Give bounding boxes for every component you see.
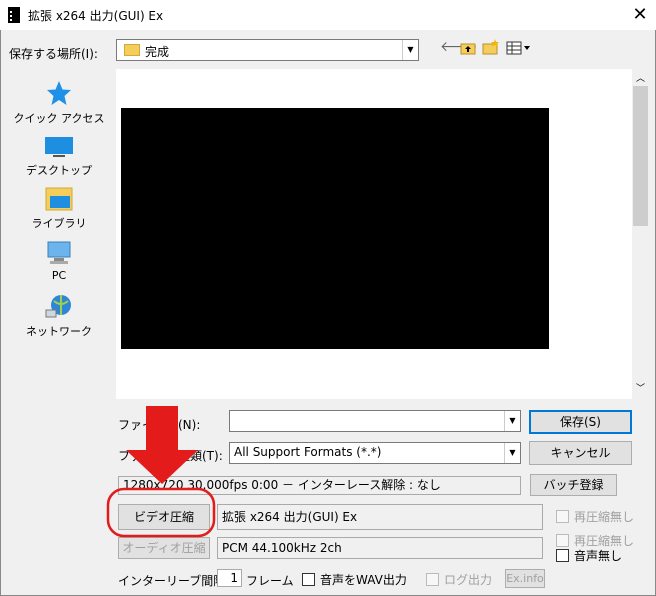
new-folder-icon[interactable] bbox=[482, 39, 500, 55]
red-highlight-ellipse bbox=[106, 487, 216, 538]
folder-icon bbox=[124, 44, 140, 56]
audio-none-checkbox[interactable]: 音声無し bbox=[556, 547, 622, 564]
film-icon bbox=[8, 7, 20, 23]
save-location-value: 完成 bbox=[145, 45, 170, 59]
title-bar: 拡張 x264 出力(GUI) Ex ✕ bbox=[0, 0, 656, 30]
save-location-combo[interactable]: 完成 ▼ bbox=[116, 39, 419, 61]
wav-output-label: 音声をWAV出力 bbox=[320, 573, 407, 587]
log-output-checkbox[interactable]: ログ出力 bbox=[426, 571, 492, 588]
scrollbar-thumb[interactable] bbox=[633, 86, 648, 226]
interleave-label: インターリーブ間隔 : bbox=[118, 574, 234, 588]
cancel-button[interactable]: キャンセル bbox=[529, 441, 632, 465]
chevron-down-icon[interactable]: ▼ bbox=[504, 411, 520, 431]
scroll-up-icon[interactable]: ︿ bbox=[636, 71, 645, 84]
sidebar-item-network[interactable]: ネットワーク bbox=[0, 293, 118, 339]
sidebar-item-label: ネットワーク bbox=[26, 325, 92, 338]
close-icon[interactable]: ✕ bbox=[628, 4, 652, 26]
scroll-down-icon[interactable]: ﹀ bbox=[636, 381, 645, 394]
save-button[interactable]: 保存(S) bbox=[529, 410, 632, 434]
sidebar-item-label: デスクトップ bbox=[26, 164, 92, 177]
sidebar-item-library[interactable]: ライブラリ bbox=[0, 186, 118, 231]
recompress-none-checkbox-1[interactable]: 再圧縮無し bbox=[556, 508, 634, 525]
view-menu-icon[interactable] bbox=[506, 41, 532, 55]
video-codec-field: 拡張 x264 出力(GUI) Ex bbox=[217, 504, 543, 530]
sidebar-item-label: ライブラリ bbox=[31, 217, 87, 230]
audio-codec-field: PCM 44.100kHz 2ch bbox=[217, 537, 543, 559]
pc-icon bbox=[47, 241, 71, 264]
video-preview bbox=[121, 108, 549, 349]
window-title: 拡張 x264 出力(GUI) Ex bbox=[28, 9, 164, 23]
filename-input[interactable]: ▼ bbox=[229, 410, 521, 432]
recompress-none-label: 再圧縮無し bbox=[574, 534, 635, 548]
filetype-select[interactable]: All Support Formats (*.*) ▼ bbox=[229, 442, 521, 464]
interleave-unit: フレーム bbox=[246, 574, 294, 588]
ex-info-button[interactable]: Ex.info bbox=[505, 569, 545, 588]
sidebar-item-pc[interactable]: PC bbox=[0, 240, 118, 282]
audio-none-label: 音声無し bbox=[574, 549, 623, 563]
recompress-none-label: 再圧縮無し bbox=[574, 510, 635, 524]
batch-register-button[interactable]: バッチ登録 bbox=[530, 474, 617, 496]
desktop-icon bbox=[45, 137, 73, 157]
chevron-down-icon[interactable]: ▼ bbox=[504, 443, 520, 463]
up-folder-icon[interactable] bbox=[460, 41, 476, 55]
sidebar-item-label: PC bbox=[51, 269, 67, 282]
red-arrow-icon bbox=[126, 406, 198, 484]
log-output-label: ログ出力 bbox=[444, 573, 493, 587]
network-globe-icon bbox=[45, 295, 71, 318]
sidebar-item-quick-access[interactable]: クイック アクセス bbox=[0, 80, 118, 126]
save-location-label: 保存する場所(I): bbox=[9, 47, 98, 61]
chevron-down-icon[interactable]: ▼ bbox=[402, 40, 418, 60]
sidebar-item-label: クイック アクセス bbox=[13, 112, 105, 125]
sidebar-item-desktop[interactable]: デスクトップ bbox=[0, 135, 118, 178]
library-icon bbox=[45, 187, 73, 211]
interleave-input[interactable]: 1 bbox=[217, 569, 242, 587]
filetype-value: All Support Formats (*.*) bbox=[234, 445, 382, 459]
wav-output-checkbox[interactable]: 音声をWAV出力 bbox=[302, 571, 407, 588]
annotation-overlay bbox=[106, 406, 216, 538]
star-icon bbox=[47, 81, 71, 105]
